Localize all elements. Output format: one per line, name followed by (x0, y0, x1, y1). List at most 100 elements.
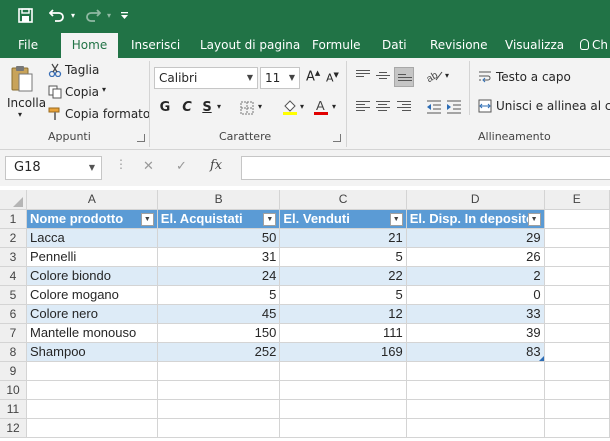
row-header[interactable]: 10 (0, 380, 27, 400)
table-header-cell[interactable]: El. Acquistati ▼ (157, 209, 281, 229)
column-header[interactable]: A (26, 190, 158, 210)
empty-cell[interactable] (157, 380, 281, 400)
select-all-corner[interactable] (0, 190, 27, 210)
decrease-indent-icon[interactable] (426, 100, 442, 117)
empty-cell[interactable] (544, 342, 610, 362)
empty-cell[interactable] (157, 418, 281, 438)
empty-cell[interactable] (544, 380, 610, 400)
orientation-dropdown-icon[interactable]: ▾ (445, 71, 449, 80)
italic-button[interactable]: C (180, 100, 194, 115)
table-cell[interactable]: 169 (279, 342, 407, 362)
paste-button[interactable]: Incolla (7, 96, 46, 110)
row-header[interactable]: 1 (0, 209, 27, 229)
empty-cell[interactable] (544, 228, 610, 248)
empty-cell[interactable] (157, 361, 281, 381)
row-header[interactable]: 2 (0, 228, 27, 248)
empty-cell[interactable] (544, 399, 610, 419)
empty-cell[interactable] (544, 304, 610, 324)
column-header[interactable]: C (279, 190, 407, 210)
copy-dropdown-icon[interactable]: ▾ (102, 85, 106, 94)
table-cell[interactable]: 5 (279, 247, 407, 267)
table-header-cell[interactable]: Nome prodotto ▼ (26, 209, 158, 229)
fill-color-icon[interactable] (282, 98, 298, 119)
tab-home[interactable]: Home (61, 33, 118, 59)
font-color-icon[interactable]: A (313, 98, 329, 119)
tab-page-layout[interactable]: Layout di pagina (200, 33, 300, 58)
increase-font-icon[interactable]: A▲ (306, 69, 320, 84)
table-cell[interactable]: 22 (279, 266, 407, 286)
table-cell[interactable]: Colore mogano (26, 285, 158, 305)
underline-button[interactable]: S (200, 100, 214, 115)
row-header[interactable]: 7 (0, 323, 27, 343)
table-cell[interactable]: 50 (157, 228, 281, 248)
align-bottom-button[interactable] (394, 67, 414, 87)
font-size-select[interactable]: 11 ▼ (260, 67, 300, 89)
column-header[interactable]: E (544, 190, 610, 210)
clipboard-launcher-icon[interactable] (137, 134, 145, 142)
tab-data[interactable]: Dati (382, 33, 407, 58)
empty-cell[interactable] (26, 380, 158, 400)
empty-cell[interactable] (406, 418, 545, 438)
empty-cell[interactable] (544, 418, 610, 438)
cut-button[interactable]: Taglia (65, 63, 99, 77)
decrease-font-icon[interactable]: A▼ (326, 71, 339, 85)
empty-cell[interactable] (544, 361, 610, 381)
table-cell[interactable]: Colore biondo (26, 266, 158, 286)
table-header-cell[interactable]: El. Disp. In deposito ▼ (406, 209, 545, 229)
customize-icon[interactable] (118, 4, 130, 26)
row-header[interactable]: 12 (0, 418, 27, 438)
column-header[interactable]: D (406, 190, 545, 210)
redo-dropdown-icon[interactable]: ▾ (104, 4, 114, 26)
merge-center-button[interactable]: Unisci e allinea al centro (496, 99, 610, 113)
format-painter-button[interactable]: Copia formato (65, 107, 150, 121)
table-cell[interactable]: 252 (157, 342, 281, 362)
empty-cell[interactable] (406, 399, 545, 419)
table-cell[interactable]: Shampoo (26, 342, 158, 362)
borders-dropdown-icon[interactable]: ▾ (258, 102, 262, 111)
filter-dropdown-icon[interactable]: ▼ (263, 212, 277, 226)
empty-cell[interactable] (544, 209, 610, 229)
filter-dropdown-icon[interactable]: ▼ (140, 212, 154, 226)
empty-cell[interactable] (544, 285, 610, 305)
empty-cell[interactable] (279, 399, 407, 419)
table-cell[interactable]: 2 (406, 266, 545, 286)
table-cell[interactable]: 24 (157, 266, 281, 286)
tab-review[interactable]: Revisione (430, 33, 488, 58)
font-name-select[interactable]: Calibri ▼ (154, 67, 258, 89)
empty-cell[interactable] (26, 418, 158, 438)
bold-button[interactable]: G (158, 100, 172, 115)
save-icon[interactable] (14, 4, 36, 26)
table-resize-handle[interactable] (538, 355, 544, 360)
empty-cell[interactable] (279, 361, 407, 381)
undo-icon[interactable] (46, 4, 68, 26)
table-cell[interactable]: 31 (157, 247, 281, 267)
empty-cell[interactable] (406, 380, 545, 400)
insert-function-icon[interactable]: fx (210, 158, 222, 173)
paste-icon[interactable] (10, 64, 34, 94)
font-launcher-icon[interactable] (333, 134, 341, 142)
column-header[interactable]: B (157, 190, 281, 210)
tab-formulas[interactable]: Formule (312, 33, 361, 58)
empty-cell[interactable] (544, 247, 610, 267)
copy-button[interactable]: Copia (65, 85, 99, 99)
align-right-icon[interactable] (397, 101, 411, 113)
borders-icon[interactable] (240, 101, 254, 118)
align-center-icon[interactable] (376, 101, 390, 113)
empty-cell[interactable] (157, 399, 281, 419)
table-cell[interactable]: 83 (406, 342, 545, 362)
table-cell[interactable]: Mantelle monouso (26, 323, 158, 343)
empty-cell[interactable] (279, 380, 407, 400)
table-cell[interactable]: 21 (279, 228, 407, 248)
formula-input[interactable] (241, 156, 610, 180)
tab-file[interactable]: File (18, 33, 38, 58)
fill-color-dropdown-icon[interactable]: ▾ (300, 102, 304, 111)
align-top-icon[interactable] (356, 70, 370, 82)
table-cell[interactable]: 39 (406, 323, 545, 343)
table-cell[interactable]: Colore nero (26, 304, 158, 324)
table-cell[interactable]: 26 (406, 247, 545, 267)
paste-dropdown-icon[interactable]: ▾ (18, 110, 22, 119)
row-header[interactable]: 8 (0, 342, 27, 362)
empty-cell[interactable] (26, 399, 158, 419)
table-header-cell[interactable]: El. Venduti ▼ (279, 209, 407, 229)
filter-dropdown-icon[interactable]: ▼ (389, 212, 403, 226)
